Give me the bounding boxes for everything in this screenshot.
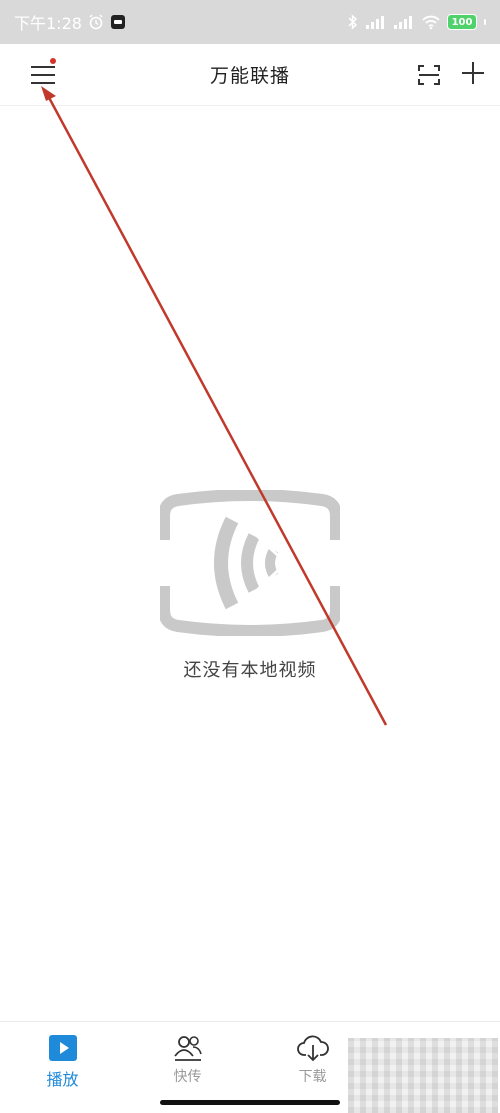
cloud-download-icon [296,1035,329,1062]
scan-icon [418,65,440,85]
add-button[interactable] [458,58,488,88]
empty-state-message: 还没有本地视频 [183,660,317,681]
cast-screen-icon [160,490,340,636]
notification-dot [50,58,56,64]
menu-button[interactable] [28,60,58,90]
plus-icon [462,62,484,84]
app-notification-icon [110,14,126,30]
scan-button[interactable] [414,60,444,90]
battery-cap [484,19,486,25]
page-title: 万能联播 [209,65,290,87]
tab-play-label: 播放 [46,1070,79,1089]
tab-download-label: 下载 [298,1069,327,1085]
wifi-icon [421,14,441,30]
tab-quick-transfer[interactable]: 快传 [125,1022,250,1086]
hamburger-menu-icon [31,66,55,84]
app-header: 万能联播 [0,44,500,106]
alarm-icon [88,14,104,30]
status-bar: 下午1:28 100 [0,0,500,44]
bluetooth-icon [347,14,359,30]
users-icon [173,1036,202,1061]
play-icon [48,1035,77,1061]
status-time: 下午1:28 [14,14,82,33]
home-indicator[interactable] [160,1100,340,1105]
tab-play[interactable]: 播放 [0,1022,125,1090]
signal-icon [365,15,387,29]
blurred-region [348,1038,498,1113]
tab-quick-transfer-label: 快传 [173,1069,202,1085]
empty-state: 还没有本地视频 [0,490,500,682]
status-right: 100 [347,14,486,30]
signal-icon-2 [393,15,415,29]
status-left: 下午1:28 [14,10,126,34]
battery-indicator: 100 [447,14,477,30]
